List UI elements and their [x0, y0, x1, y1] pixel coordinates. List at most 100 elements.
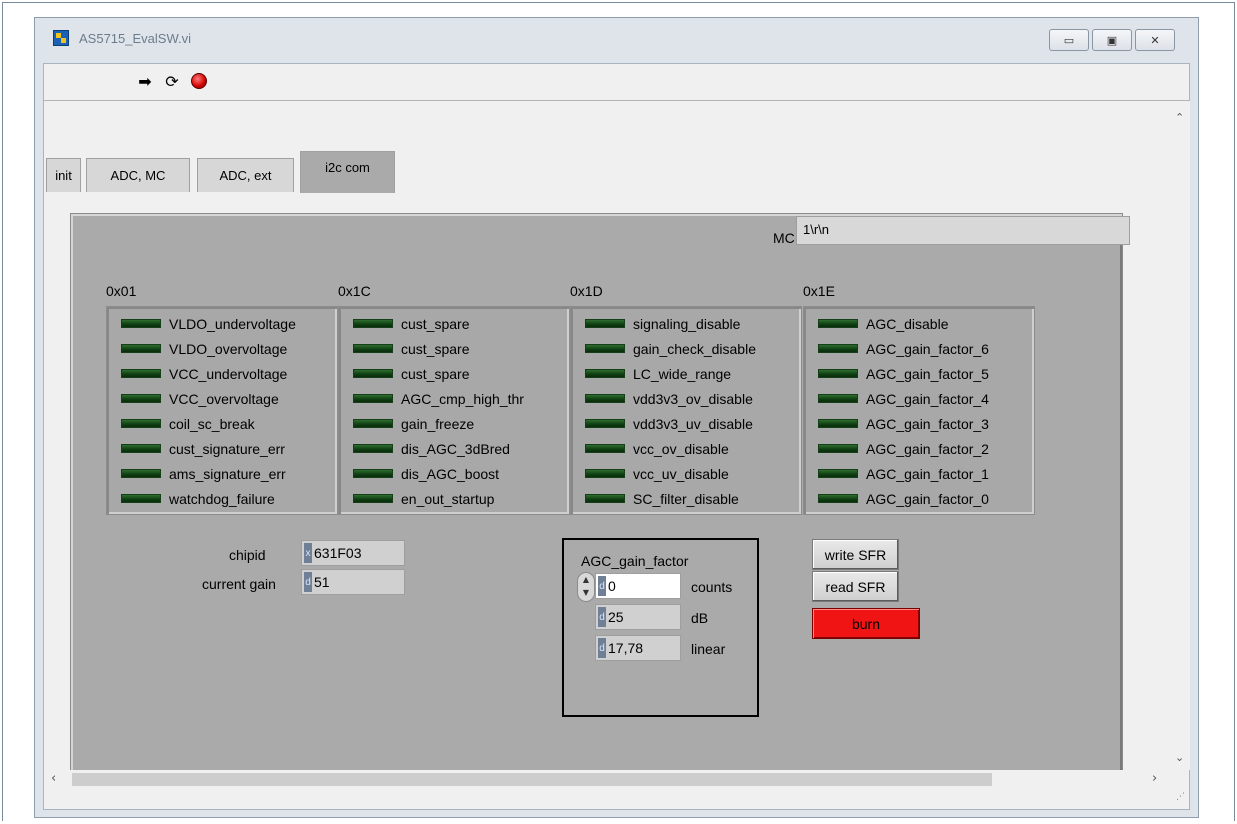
scroll-up-icon[interactable]: ⌃ — [1175, 111, 1184, 124]
led-indicator-row: dis_AGC_boost — [353, 461, 499, 486]
scroll-right-icon[interactable]: › — [1152, 771, 1157, 786]
led-indicator — [818, 344, 858, 353]
led-indicator-row: VCC_undervoltage — [121, 361, 287, 386]
led-indicator-row: gain_freeze — [353, 411, 474, 436]
radix-indicator[interactable]: d — [598, 607, 606, 627]
title-bar[interactable]: AS5715_EvalSW.vi ▭ ▣ ✕ — [35, 18, 1198, 63]
radix-indicator[interactable]: d — [598, 576, 606, 596]
led-label: cust_spare — [401, 340, 470, 357]
led-label: watchdog_failure — [169, 490, 275, 507]
led-label: vcc_uv_disable — [633, 465, 729, 482]
led-label: SC_filter_disable — [633, 490, 739, 507]
led-label: AGC_disable — [866, 315, 949, 332]
front-panel: init ADC, MC ADC, ext i2c com MC 1\r\n 0… — [44, 101, 1172, 781]
led-indicator — [353, 319, 393, 328]
led-indicator — [585, 444, 625, 453]
led-indicator-row: gain_check_disable — [585, 336, 756, 361]
burn-button[interactable]: burn — [812, 608, 920, 639]
led-label: cust_spare — [401, 315, 470, 332]
led-indicator-row: vcc_uv_disable — [585, 461, 729, 486]
close-icon: ✕ — [1150, 33, 1160, 47]
led-label: AGC_gain_factor_0 — [866, 490, 989, 507]
led-indicator — [353, 419, 393, 428]
led-indicator-row: AGC_gain_factor_1 — [818, 461, 989, 486]
agc-counts-control[interactable]: d 0 — [595, 573, 681, 599]
tab-init[interactable]: init — [46, 158, 81, 192]
led-indicator-row: cust_spare — [353, 336, 469, 361]
led-label: gain_check_disable — [633, 340, 756, 357]
abort-stop-icon[interactable] — [189, 71, 209, 91]
led-indicator — [585, 319, 625, 328]
close-button[interactable]: ✕ — [1135, 29, 1175, 51]
led-indicator-row: ams_signature_err — [121, 461, 286, 486]
led-indicator — [353, 444, 393, 453]
vertical-scrollbar[interactable]: ⌃ ⌄ — [1172, 101, 1190, 770]
agc-db-indicator: d 25 — [595, 604, 681, 630]
led-indicator-row: coil_sc_break — [121, 411, 255, 436]
tab-i2c-com[interactable]: i2c com — [300, 151, 395, 193]
agc-linear-value: 17,78 — [608, 640, 644, 656]
current-gain-value: 51 — [314, 574, 330, 590]
led-indicator-row: VLDO_undervoltage — [121, 311, 296, 336]
led-label: AGC_gain_factor_6 — [866, 340, 989, 357]
led-indicator-row: dis_AGC_3dBred — [353, 436, 510, 461]
write-sfr-button[interactable]: write SFR — [812, 539, 899, 570]
minimize-button[interactable]: ▭ — [1049, 29, 1089, 51]
run-arrow-icon[interactable]: ➡ — [135, 71, 155, 91]
led-label: AGC_gain_factor_1 — [866, 465, 989, 482]
led-indicator — [353, 494, 393, 503]
led-indicator — [818, 444, 858, 453]
led-indicator — [585, 394, 625, 403]
led-indicator-row: cust_signature_err — [121, 436, 285, 461]
led-label: vcc_ov_disable — [633, 440, 729, 457]
read-sfr-button[interactable]: read SFR — [812, 571, 899, 602]
radix-indicator[interactable]: d — [304, 572, 312, 592]
led-indicator — [818, 369, 858, 378]
agc-linear-indicator: d 17,78 — [595, 635, 681, 661]
led-indicator-row: cust_spare — [353, 311, 469, 336]
resize-grip-icon[interactable]: ⋰ — [1176, 792, 1185, 802]
led-label: vdd3v3_ov_disable — [633, 390, 753, 407]
led-indicator-row: AGC_disable — [818, 311, 949, 336]
radix-indicator[interactable]: x — [304, 543, 312, 563]
led-indicator — [121, 369, 161, 378]
led-indicator-row: AGC_gain_factor_6 — [818, 336, 989, 361]
led-label: gain_freeze — [401, 415, 475, 432]
led-label: vdd3v3_uv_disable — [633, 415, 753, 432]
led-label: VLDO_undervoltage — [169, 315, 296, 332]
scroll-down-icon[interactable]: ⌄ — [1175, 751, 1184, 764]
current-gain-label: current gain — [202, 576, 276, 592]
led-indicator — [121, 444, 161, 453]
radix-indicator[interactable]: d — [598, 638, 606, 658]
led-label: dis_AGC_3dBred — [401, 440, 510, 457]
led-indicator — [585, 469, 625, 478]
register-0x1d-panel: signaling_disable gain_check_disable LC_wi… — [570, 306, 802, 515]
run-continuously-icon[interactable]: ⟳ — [162, 71, 182, 91]
window-title: AS5715_EvalSW.vi — [79, 31, 192, 46]
maximize-button[interactable]: ▣ — [1092, 29, 1132, 51]
horizontal-scrollbar[interactable]: ‹ › — [44, 770, 1172, 789]
led-label: cust_signature_err — [169, 440, 285, 457]
led-indicator — [585, 369, 625, 378]
led-indicator — [121, 469, 161, 478]
led-indicator-row: SC_filter_disable — [585, 486, 739, 511]
led-indicator-row: en_out_startup — [353, 486, 494, 511]
led-label: cust_spare — [401, 365, 470, 382]
agc-counts-value: 0 — [608, 578, 616, 594]
led-label: VLDO_overvoltage — [169, 340, 288, 357]
tab-adc-ext[interactable]: ADC, ext — [197, 158, 294, 192]
led-indicator-row: vdd3v3_uv_disable — [585, 411, 753, 436]
led-label: ams_signature_err — [169, 465, 286, 482]
minimize-icon: ▭ — [1063, 33, 1075, 47]
led-indicator — [353, 344, 393, 353]
horizontal-scroll-thumb[interactable] — [72, 773, 992, 786]
led-indicator — [353, 394, 393, 403]
scroll-left-icon[interactable]: ‹ — [51, 771, 56, 786]
led-label: signaling_disable — [633, 315, 741, 332]
led-label: AGC_gain_factor_4 — [866, 390, 989, 407]
led-indicator — [585, 344, 625, 353]
increment-decrement-arrows[interactable]: ▲ ▼ — [577, 572, 595, 602]
register-title: 0x01 — [106, 283, 137, 299]
led-label: AGC_gain_factor_2 — [866, 440, 989, 457]
tab-adc-mc[interactable]: ADC, MC — [86, 158, 190, 192]
